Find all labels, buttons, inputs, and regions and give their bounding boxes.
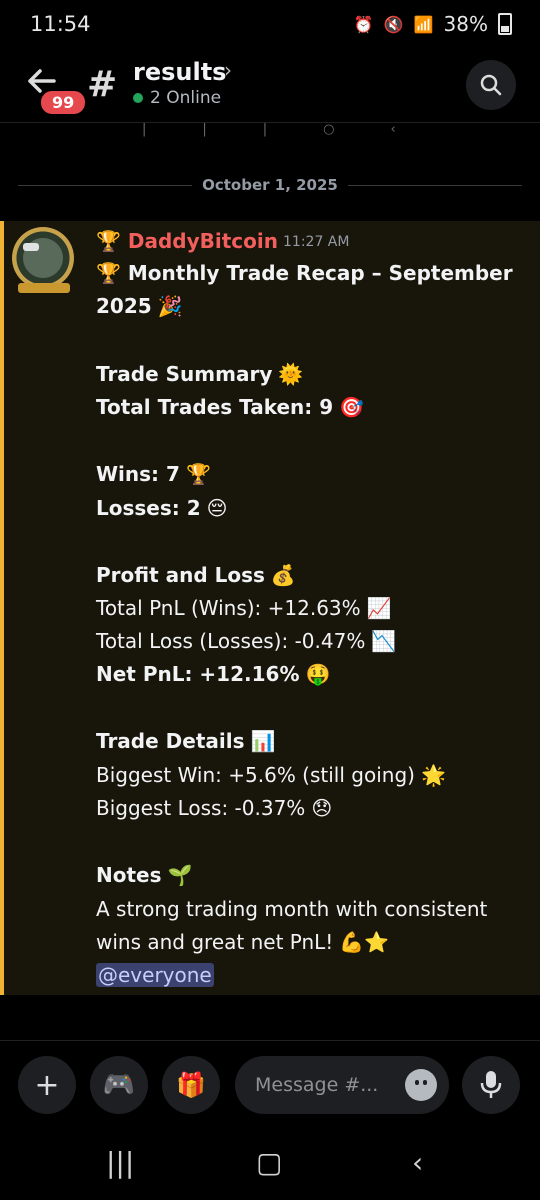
author-label: DaddyBitcoin (127, 229, 278, 253)
unread-badge: 99 (38, 88, 89, 117)
activities-button[interactable]: 🎮 (90, 1056, 148, 1114)
pnl-heading-text: Profit and Loss (96, 563, 265, 587)
recap-title-line1: 🏆 Monthly Trade Recap – September (96, 261, 513, 285)
emoji-icon[interactable] (405, 1069, 437, 1101)
search-icon (480, 74, 502, 96)
title-text: Monthly Trade Recap – September (127, 261, 513, 285)
everyone-mention[interactable]: @everyone (96, 963, 214, 987)
notes-line2: wins and great net PnL! 💪⭐ (96, 930, 389, 954)
composer-bar: + 🎮 🎁 (0, 1040, 540, 1131)
status-icons: ⏰ 🔇 📶 38% (354, 12, 512, 36)
losses-line: Losses: 2 😔 (96, 496, 228, 520)
channel-header: 99 # results › 2 Online (0, 52, 540, 123)
back-nav-icon[interactable]: ‹ (412, 1146, 423, 1179)
online-dot (133, 93, 143, 103)
money-bag-icon: 💰 (270, 563, 296, 587)
pensive-face-icon: 😔 (206, 496, 228, 520)
losses-text: Losses: 2 (96, 496, 201, 520)
flexed-biceps-icon: 💪 (339, 930, 365, 954)
total-pnl-line: Total PnL (Wins): +12.63% 📈 (96, 596, 392, 620)
biggest-loss-text: Biggest Loss: -0.37% (96, 796, 306, 820)
biggest-win-text: Biggest Win: +5.6% (still going) (96, 763, 415, 787)
total-trades-text: Total Trades Taken: 9 (96, 395, 334, 419)
trophy-icon: 🏆 (96, 229, 128, 253)
recents-icon[interactable]: ||| (106, 1146, 134, 1179)
notes-heading: Notes 🌱 (96, 863, 192, 887)
voice-message-button[interactable] (462, 1056, 520, 1114)
channel-title[interactable]: results (133, 58, 226, 86)
mention-line: @everyone (96, 963, 214, 987)
biggest-loss-line: Biggest Loss: -0.37% 😞 (96, 796, 332, 820)
message-input[interactable] (253, 1070, 397, 1100)
summary-heading-text: Trade Summary (96, 362, 273, 386)
hash-icon: # (87, 64, 118, 105)
mention-highlight-bar (0, 221, 4, 995)
details-heading: Trade Details 📊 (96, 729, 275, 753)
total-pnl-text: Total PnL (Wins): +12.63% (96, 596, 361, 620)
wins-text: Wins: 7 (96, 462, 180, 486)
total-loss-line: Total Loss (Losses): -0.47% 📉 (96, 629, 396, 653)
wifi-icon: 📶 (413, 14, 434, 34)
notes-line1: A strong trading month with consistent (96, 897, 488, 921)
target-icon: 🎯 (339, 395, 365, 419)
biggest-win-line: Biggest Win: +5.6% (still going) 🌟 (96, 763, 446, 787)
trophy-icon: 🏆 (96, 261, 128, 285)
net-pnl-line: Net PnL: +12.16% 🤑 (96, 662, 330, 686)
message-timestamp: 11:27 AM (283, 234, 350, 250)
system-navigation: ||| ▢ ‹ (0, 1130, 540, 1200)
avatar-car (23, 243, 39, 251)
net-pnl-text: Net PnL: +12.16% (96, 662, 300, 686)
notes-heading-text: Notes (96, 863, 162, 887)
alarm-icon: ⏰ (353, 14, 374, 34)
battery-icon (498, 13, 512, 35)
home-icon[interactable]: ▢ (256, 1146, 282, 1179)
message[interactable]: 🏆 DaddyBitcoin 11:27 AM 🏆 Monthly Trade … (0, 221, 540, 995)
gift-button[interactable]: 🎁 (162, 1056, 220, 1114)
avatar-frame (18, 283, 70, 293)
wins-line: Wins: 7 🏆 (96, 462, 211, 486)
chevron-right-icon[interactable]: › (224, 58, 232, 82)
add-attachment-button[interactable]: + (18, 1056, 76, 1114)
total-trades-line: Total Trades Taken: 9 🎯 (96, 395, 364, 419)
chart-increasing-icon: 📈 (366, 596, 392, 620)
party-popper-icon: 🎉 (157, 294, 183, 318)
online-count: 2 Online (150, 88, 222, 108)
status-time: 11:54 (30, 12, 91, 36)
details-heading-text: Trade Details (96, 729, 245, 753)
gamepad-icon: 🎮 (102, 1070, 136, 1100)
seedling-icon: 🌱 (167, 863, 193, 887)
message-input-container[interactable] (235, 1056, 449, 1114)
date-label: October 1, 2025 (192, 176, 348, 194)
star-icon: ⭐ (364, 930, 390, 954)
disappointed-face-icon: 😞 (311, 796, 333, 820)
summary-heading: Trade Summary 🌞 (96, 362, 303, 386)
bar-chart-icon: 📊 (250, 729, 276, 753)
search-button[interactable] (466, 60, 516, 110)
sparkle-sun-icon: 🌟 (420, 763, 446, 787)
microphone-icon (480, 1071, 502, 1098)
gift-icon: 🎁 (176, 1071, 206, 1099)
plus-icon: + (34, 1067, 60, 1103)
background-nav-ghost: |||○‹ (142, 122, 452, 137)
notes-line2-text: wins and great net PnL! (96, 930, 334, 954)
total-loss-text: Total Loss (Losses): -0.47% (96, 629, 366, 653)
chart-decreasing-icon: 📉 (371, 629, 397, 653)
mute-icon: 🔇 (383, 14, 404, 34)
status-bar: 11:54 ⏰ 🔇 📶 38% (0, 0, 540, 52)
money-mouth-face-icon: 🤑 (305, 662, 331, 686)
title-year: 2025 (96, 294, 152, 318)
sun-face-icon: 🌞 (278, 362, 304, 386)
avatar[interactable] (12, 227, 74, 289)
recap-title-line2: 2025 🎉 (96, 294, 183, 318)
date-divider: October 1, 2025 (0, 176, 540, 194)
pnl-heading: Profit and Loss 💰 (96, 563, 296, 587)
trophy-icon: 🏆 (185, 462, 211, 486)
author-name[interactable]: 🏆 DaddyBitcoin (96, 229, 278, 253)
battery-percent: 38% (443, 12, 488, 36)
